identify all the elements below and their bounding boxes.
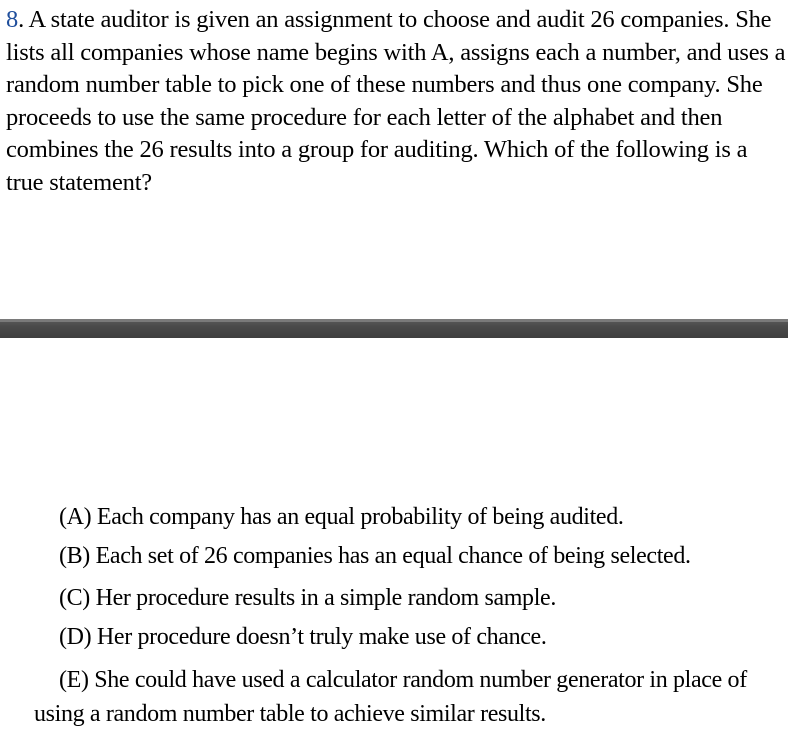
divider-highlight [0, 319, 788, 322]
question-number: 8 [6, 6, 19, 33]
divider-bar [0, 319, 788, 338]
choice-c: (C) Her procedure results in a simple ra… [59, 585, 556, 611]
choice-d: (D) Her procedure doesn’t truly make use… [59, 624, 547, 650]
choice-a: (A) Each company has an equal probabilit… [59, 504, 624, 530]
choice-b: (B) Each set of 26 companies has an equa… [59, 543, 691, 569]
question-stem: 8. A state auditor is given an assignmen… [6, 4, 786, 200]
choice-e: (E) She could have used a calculator ran… [34, 667, 747, 727]
question-text: . A state auditor is given an assignment… [6, 6, 786, 196]
